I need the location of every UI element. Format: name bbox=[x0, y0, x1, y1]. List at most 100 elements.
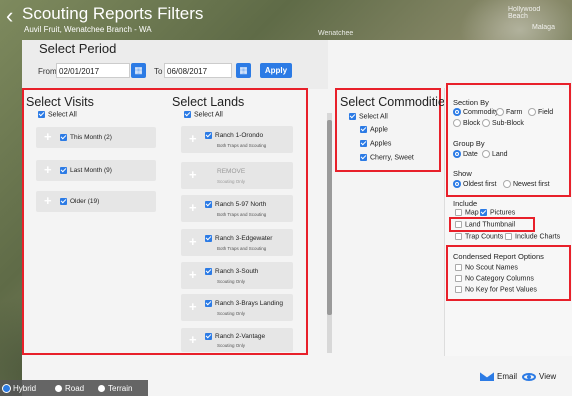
plus-icon[interactable]: + bbox=[189, 131, 197, 146]
checkbox-unchecked-icon[interactable] bbox=[455, 264, 462, 271]
lands-select-all[interactable]: Select All bbox=[184, 111, 223, 118]
checkbox-checked-icon[interactable] bbox=[60, 198, 67, 205]
checkbox-checked-icon[interactable] bbox=[205, 268, 212, 275]
visits-title: Select Visits bbox=[26, 95, 94, 109]
plus-icon[interactable]: + bbox=[189, 234, 197, 249]
radio-unselected-icon[interactable] bbox=[55, 385, 62, 393]
show-newest-first[interactable]: Newest first bbox=[503, 180, 550, 188]
checkbox-checked-icon[interactable] bbox=[205, 201, 212, 208]
commodity-item[interactable]: Apple bbox=[360, 126, 388, 133]
commodity-item[interactable]: Apples bbox=[360, 140, 391, 147]
to-date-input[interactable]: 06/08/2017 bbox=[164, 63, 232, 78]
plus-icon[interactable]: + bbox=[44, 129, 52, 144]
checkbox-checked-icon[interactable] bbox=[360, 126, 367, 133]
visit-label: This Month (2) bbox=[70, 134, 112, 142]
apply-button[interactable]: Apply bbox=[260, 63, 292, 78]
land-sub: Scouting Only bbox=[217, 311, 246, 316]
section-by-farm[interactable]: Farm bbox=[496, 108, 522, 116]
checkbox-unchecked-icon[interactable] bbox=[505, 233, 512, 240]
page-subtitle: Auvil Fruit, Wenatchee Branch - WA bbox=[24, 25, 152, 34]
checkbox-checked-icon[interactable] bbox=[38, 111, 45, 118]
land-card[interactable]: + Ranch 3-South Scouting Only bbox=[181, 262, 293, 289]
visit-card[interactable]: + Older (19) bbox=[36, 191, 156, 212]
radio-selected-icon[interactable] bbox=[453, 180, 461, 188]
checkbox-checked-icon[interactable] bbox=[205, 300, 212, 307]
checkbox-unchecked-icon[interactable] bbox=[455, 221, 462, 228]
section-by-commodity[interactable]: Commodity bbox=[453, 108, 498, 116]
page-title: Scouting Reports Filters bbox=[22, 4, 204, 23]
condensed-no-scout-names[interactable]: No Scout Names bbox=[455, 264, 518, 271]
commodity-item[interactable]: Cherry, Sweet bbox=[360, 154, 414, 161]
checkbox-checked-icon[interactable] bbox=[205, 333, 212, 340]
visits-select-all[interactable]: Select All bbox=[38, 111, 77, 118]
land-card[interactable]: + Ranch 2-Vantage Scouting Only bbox=[181, 328, 293, 352]
section-by-block[interactable]: Block bbox=[453, 119, 480, 127]
radio-selected-icon[interactable] bbox=[453, 150, 461, 158]
include-charts[interactable]: Include Charts bbox=[505, 233, 560, 240]
lands-scrollbar-thumb[interactable] bbox=[327, 120, 332, 315]
checkbox-checked-icon[interactable] bbox=[60, 167, 67, 174]
radio-selected-icon[interactable] bbox=[453, 108, 461, 116]
include-trap-counts[interactable]: Trap Counts bbox=[455, 233, 503, 240]
radio-unselected-icon[interactable] bbox=[453, 119, 461, 127]
section-by-field[interactable]: Field bbox=[528, 108, 553, 116]
checkbox-checked-icon[interactable] bbox=[184, 111, 191, 118]
land-card-disabled[interactable]: + REMOVE Scouting Only bbox=[181, 162, 293, 189]
group-by-date[interactable]: Date bbox=[453, 150, 478, 158]
section-by-sub-block[interactable]: Sub-Block bbox=[482, 119, 524, 127]
checkbox-checked-icon[interactable] bbox=[205, 235, 212, 242]
commodities-title: Select Commodities bbox=[340, 95, 452, 109]
plus-icon[interactable]: + bbox=[189, 167, 197, 182]
plus-icon[interactable]: + bbox=[44, 193, 52, 208]
land-card[interactable]: + Ranch 5-97 North Both Traps and Scouti… bbox=[181, 195, 293, 222]
visit-label: Older (19) bbox=[70, 198, 100, 206]
plus-icon[interactable]: + bbox=[189, 200, 197, 215]
include-map[interactable]: Map bbox=[455, 209, 479, 216]
radio-unselected-icon[interactable] bbox=[496, 108, 504, 116]
land-card[interactable]: + Ranch 1-Orondo Both Traps and Scouting bbox=[181, 126, 293, 153]
checkbox-checked-icon[interactable] bbox=[205, 132, 212, 139]
radio-unselected-icon[interactable] bbox=[482, 119, 490, 127]
checkbox-unchecked-icon[interactable] bbox=[455, 209, 462, 216]
visit-card[interactable]: + Last Month (9) bbox=[36, 160, 156, 181]
include-land-thumbnail[interactable]: Land Thumbnail bbox=[455, 221, 515, 228]
checkbox-checked-icon[interactable] bbox=[60, 134, 67, 141]
checkbox-unchecked-icon[interactable] bbox=[455, 275, 462, 282]
from-calendar-icon[interactable]: ▦ bbox=[131, 63, 146, 78]
radio-selected-icon[interactable] bbox=[3, 385, 10, 393]
plus-icon[interactable]: + bbox=[189, 299, 197, 314]
view-button[interactable]: View bbox=[522, 372, 556, 381]
land-card[interactable]: + Ranch 3-Brays Landing Scouting Only bbox=[181, 294, 293, 321]
radio-unselected-icon[interactable] bbox=[503, 180, 511, 188]
plus-icon[interactable]: + bbox=[189, 267, 197, 282]
radio-unselected-icon[interactable] bbox=[482, 150, 490, 158]
back-chevron-icon[interactable]: ‹ bbox=[6, 4, 13, 28]
plus-icon[interactable]: + bbox=[189, 332, 197, 347]
visit-card[interactable]: + This Month (2) bbox=[36, 127, 156, 148]
land-name: Ranch 3-South bbox=[215, 268, 259, 276]
plus-icon[interactable]: + bbox=[44, 162, 52, 177]
commodities-select-all[interactable]: Select All bbox=[349, 113, 388, 120]
condensed-no-category-columns[interactable]: No Category Columns bbox=[455, 275, 534, 282]
to-calendar-icon[interactable]: ▦ bbox=[236, 63, 251, 78]
radio-unselected-icon[interactable] bbox=[528, 108, 536, 116]
radio-unselected-icon[interactable] bbox=[98, 385, 105, 393]
map-mode-hybrid[interactable]: Hybrid bbox=[3, 384, 36, 393]
show-oldest-first[interactable]: Oldest first bbox=[453, 180, 496, 188]
checkbox-checked-icon[interactable] bbox=[349, 113, 356, 120]
condensed-no-key-pest-values[interactable]: No Key for Pest Values bbox=[455, 286, 537, 293]
checkbox-checked-icon[interactable] bbox=[360, 140, 367, 147]
include-pictures[interactable]: Pictures bbox=[480, 209, 515, 216]
map-mode-road[interactable]: Road bbox=[55, 384, 84, 393]
checkbox-unchecked-icon[interactable] bbox=[455, 233, 462, 240]
from-date-input[interactable]: 02/01/2017 bbox=[56, 63, 130, 78]
land-name: Ranch 3-Brays Landing bbox=[215, 300, 283, 308]
checkbox-checked-icon[interactable] bbox=[480, 209, 487, 216]
checkbox-checked-icon[interactable] bbox=[360, 154, 367, 161]
map-mode-terrain[interactable]: Terrain bbox=[98, 384, 132, 393]
checkbox-unchecked-icon[interactable] bbox=[455, 286, 462, 293]
email-button[interactable]: Email bbox=[480, 372, 517, 382]
eye-icon bbox=[522, 372, 536, 381]
group-by-land[interactable]: Land bbox=[482, 150, 508, 158]
land-card[interactable]: + Ranch 3-Edgewater Both Traps and Scout… bbox=[181, 229, 293, 256]
